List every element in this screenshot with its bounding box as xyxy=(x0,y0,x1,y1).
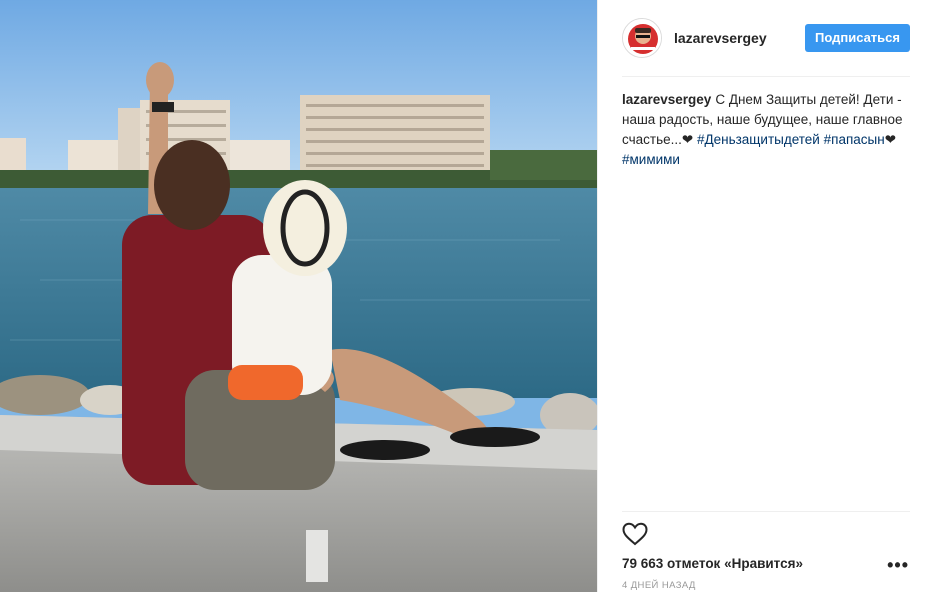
avatar-image xyxy=(623,19,661,57)
header-divider xyxy=(622,76,910,77)
caption: lazarevsergey С Днем Защиты детей! Дети -… xyxy=(622,90,914,170)
post-header: lazarevsergey Подписаться xyxy=(622,16,910,60)
post-photo[interactable] xyxy=(0,0,597,592)
caption-heart: ❤ xyxy=(681,132,694,147)
heart-outline-icon[interactable] xyxy=(622,522,648,546)
hashtag-heart: ❤ xyxy=(884,132,896,147)
likes-count[interactable]: 79 663 отметок «Нравится» xyxy=(622,556,803,571)
follow-button[interactable]: Подписаться xyxy=(804,24,910,52)
hashtag-link[interactable]: #папасын xyxy=(824,132,885,147)
timestamp[interactable]: 4 дней назад xyxy=(622,580,696,591)
ellipsis-icon[interactable]: ••• xyxy=(887,556,909,574)
post-photo-illustration xyxy=(0,0,597,592)
caption-username[interactable]: lazarevsergey xyxy=(622,92,711,107)
avatar[interactable] xyxy=(622,18,662,58)
actions-divider xyxy=(622,511,910,512)
hashtag-link[interactable]: #мимими xyxy=(622,152,680,167)
username[interactable]: lazarevsergey xyxy=(674,30,767,46)
hashtag-link[interactable]: #Деньзащитыдетей xyxy=(697,132,820,147)
post-sidebar: lazarevsergey Подписаться lazarevsergey С… xyxy=(597,0,933,592)
